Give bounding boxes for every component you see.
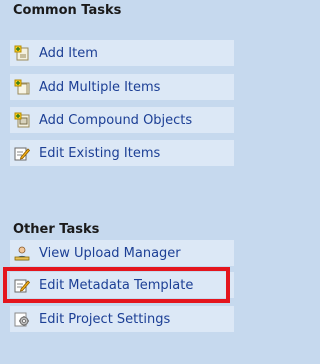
edit-metadata-template-link[interactable]: Edit Metadata Template	[10, 272, 234, 299]
view-upload-manager-label: View Upload Manager	[39, 245, 181, 261]
project-settings-icon	[14, 311, 30, 327]
edit-project-settings-label: Edit Project Settings	[39, 311, 171, 327]
edit-existing-items-link[interactable]: Edit Existing Items	[10, 140, 234, 167]
add-item-label: Add Item	[39, 45, 98, 61]
edit-existing-items-icon	[14, 145, 31, 161]
view-upload-manager-link[interactable]: View Upload Manager	[10, 240, 234, 267]
add-item-icon	[14, 45, 30, 61]
edit-project-settings-link[interactable]: Edit Project Settings	[10, 306, 234, 333]
edit-metadata-template-label: Edit Metadata Template	[39, 277, 194, 293]
add-multiple-items-label: Add Multiple Items	[39, 79, 161, 95]
edit-existing-items-label: Edit Existing Items	[39, 145, 161, 161]
add-compound-objects-label: Add Compound Objects	[39, 112, 193, 128]
edit-metadata-template-icon	[14, 277, 31, 293]
other-tasks-header: Other Tasks	[13, 222, 100, 237]
add-compound-objects-icon	[14, 112, 30, 128]
add-item-link[interactable]: Add Item	[10, 40, 234, 67]
add-multiple-items-link[interactable]: Add Multiple Items	[10, 74, 234, 101]
common-tasks-header: Common Tasks	[13, 3, 122, 18]
add-multiple-items-icon	[14, 79, 30, 95]
add-compound-objects-link[interactable]: Add Compound Objects	[10, 107, 234, 134]
task-panel: Common Tasks Add Item Add Multiple Items	[0, 0, 264, 364]
upload-manager-icon	[14, 245, 30, 261]
